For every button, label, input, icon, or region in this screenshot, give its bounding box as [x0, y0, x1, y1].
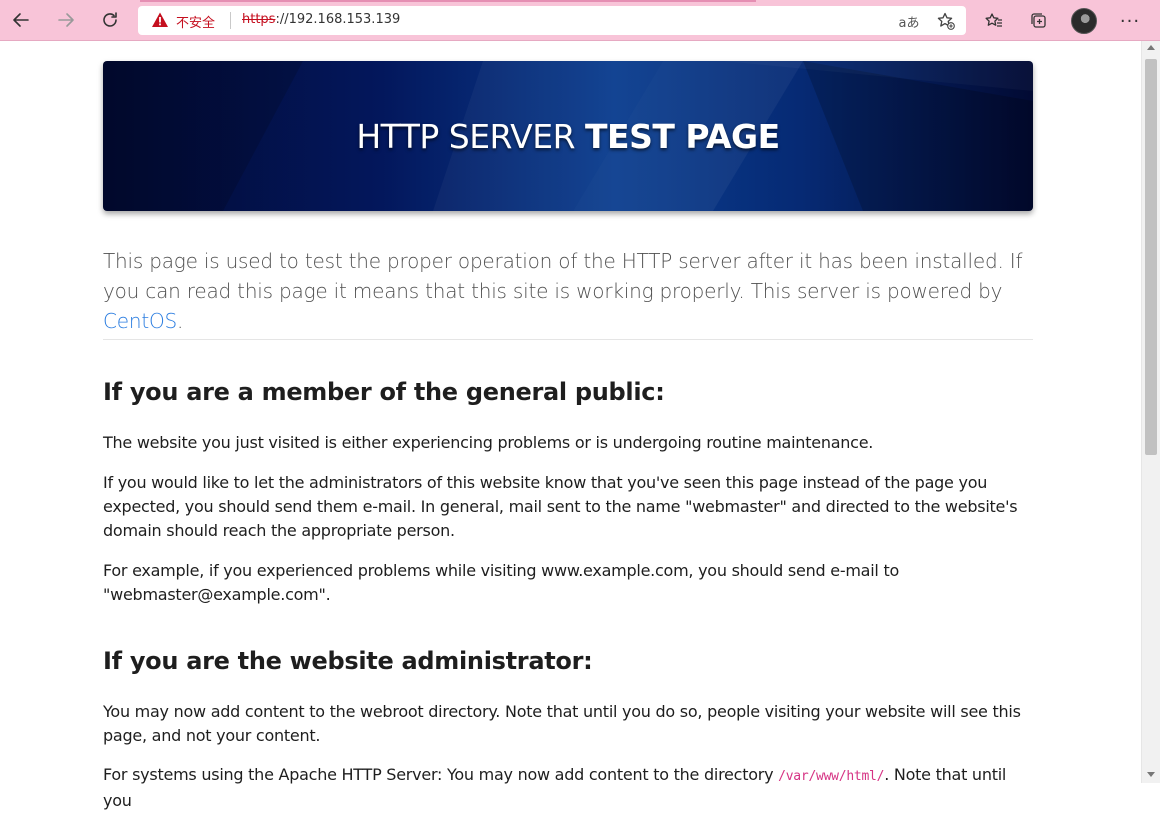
public-paragraph-1: The website you just visited is either e… [103, 433, 874, 452]
scroll-down-arrow-icon[interactable] [1147, 772, 1155, 777]
vertical-scrollbar[interactable] [1141, 41, 1160, 783]
title-light: HTTP SERVER [356, 117, 576, 156]
admin-heading: If you are the website administrator: [103, 647, 593, 675]
intro-paragraph: This page is used to test the proper ope… [103, 246, 1033, 336]
admin-p2-start: For systems using the Apache HTTP Server… [103, 765, 779, 784]
favorites-button[interactable] [979, 6, 1009, 36]
refresh-icon [103, 12, 117, 27]
settings-menu-button[interactable]: ··· [1115, 6, 1145, 36]
public-heading: If you are a member of the general publi… [103, 378, 665, 406]
refresh-button[interactable] [95, 5, 125, 35]
favorites-icon [985, 13, 1002, 27]
scrollbar-thumb[interactable] [1145, 59, 1157, 455]
scroll-up-arrow-icon[interactable] [1147, 45, 1155, 50]
centos-link[interactable]: CentOS [103, 309, 177, 333]
address-bar[interactable]: 不安全 https://192.168.153.139 aあ [138, 6, 966, 35]
url-host: ://192.168.153.139 [275, 12, 401, 27]
divider [103, 339, 1033, 340]
back-button[interactable] [6, 5, 36, 35]
admin-paragraph-2: For systems using the Apache HTTP Server… [103, 763, 1033, 813]
add-favorite-button[interactable] [935, 10, 957, 32]
active-tab-edge [140, 0, 756, 2]
collections-button[interactable] [1024, 6, 1054, 36]
browser-toolbar: 不安全 https://192.168.153.139 aあ ··· [0, 0, 1160, 41]
more-icon: ··· [1119, 10, 1141, 32]
admin-paragraph-1: You may now add content to the webroot d… [103, 702, 1021, 745]
url-scheme: https [242, 12, 276, 27]
intro-text: This page is used to test the proper ope… [103, 249, 1023, 303]
public-paragraph-2: If you would like to let the administrat… [103, 473, 1018, 540]
collections-icon [1031, 13, 1046, 28]
arrow-right-icon [58, 13, 74, 27]
url-text[interactable]: https://192.168.153.139 [242, 12, 400, 27]
warning-icon[interactable] [151, 11, 169, 29]
not-secure-label[interactable]: 不安全 [176, 12, 215, 31]
address-divider [230, 12, 231, 29]
header-banner: HTTP SERVER TEST PAGE [103, 61, 1033, 211]
avatar [1071, 8, 1097, 34]
page-title: HTTP SERVER TEST PAGE [103, 117, 1033, 156]
read-aloud-icon[interactable]: aあ [898, 10, 920, 32]
intro-end: . [177, 309, 184, 333]
public-paragraph-3: For example, if you experienced problems… [103, 561, 900, 604]
profile-button[interactable] [1069, 6, 1099, 36]
webroot-path: /var/www/html/ [778, 769, 885, 784]
star-add-icon [937, 12, 955, 30]
title-bold: TEST PAGE [585, 117, 780, 156]
arrow-left-icon [13, 13, 29, 27]
forward-button[interactable] [51, 5, 81, 35]
